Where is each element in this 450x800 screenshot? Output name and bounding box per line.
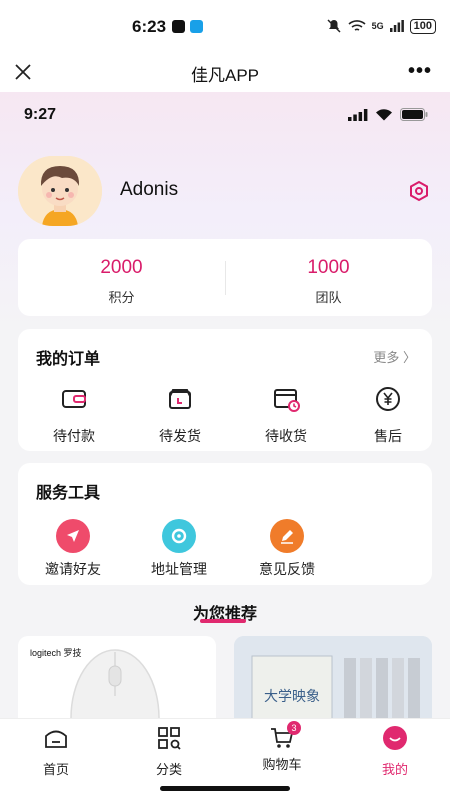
inner-time: 9:27 — [24, 106, 57, 123]
tab-profile[interactable]: 我的 — [355, 725, 435, 778]
signal-icon — [348, 108, 368, 121]
stat-label: 团队 — [315, 290, 342, 305]
mouse-image — [70, 649, 160, 726]
tab-label: 分类 — [155, 762, 182, 777]
order-pending-payment[interactable]: 待付款 — [34, 385, 114, 446]
wifi-icon — [348, 20, 366, 31]
order-label: 待发货 — [159, 428, 201, 444]
cart-icon-wrap: 3 — [269, 721, 301, 751]
tab-home[interactable]: 首页 — [16, 725, 96, 778]
page-title: 佳凡APP — [190, 66, 260, 85]
order-pending-shipment[interactable]: 待发货 — [140, 385, 220, 446]
recommend-underline — [200, 619, 246, 623]
feedback-button[interactable]: 意见反馈 — [251, 519, 323, 579]
wifi-icon — [376, 109, 392, 121]
avatar[interactable] — [18, 156, 102, 226]
tab-category[interactable]: 分类 — [129, 725, 209, 778]
stats-card: 2000 积分 1000 团队 — [18, 239, 432, 316]
home-icon — [45, 730, 67, 748]
tab-label: 首页 — [42, 762, 69, 777]
services-title: 服务工具 — [36, 485, 101, 502]
tiktok-icon — [172, 20, 185, 33]
yen-icon — [376, 387, 400, 411]
tab-label: 购物车 — [262, 757, 302, 772]
orders-more-link[interactable]: 更多 〉 — [373, 347, 416, 366]
nav-bar: 佳凡APP ••• — [0, 52, 450, 92]
book-set-image — [234, 636, 432, 726]
mute-icon — [327, 19, 341, 33]
stat-value: 1000 — [307, 257, 350, 278]
services-card: 服务工具 邀请好友 地址管理 意见反馈 — [18, 463, 432, 585]
orders-title: 我的订单 — [36, 351, 101, 368]
orders-card: 我的订单 更多 〉 待付款 待发货 待收货 售后 — [18, 329, 432, 451]
profile-icon — [383, 726, 407, 750]
order-label: 待付款 — [53, 428, 95, 444]
avatar-illustration — [18, 156, 102, 226]
chat-icon — [190, 20, 203, 33]
service-label: 邀请好友 — [45, 561, 101, 577]
tab-label: 我的 — [381, 762, 408, 777]
username: Adonis — [120, 179, 179, 200]
box-icon — [169, 389, 191, 409]
stat-team[interactable]: 1000 团队 — [225, 257, 432, 306]
order-label: 待收货 — [265, 428, 307, 444]
settings-icon[interactable] — [408, 180, 430, 202]
product-card[interactable]: logitech 罗技 — [18, 636, 216, 726]
send-icon — [56, 519, 90, 553]
battery-icon — [400, 108, 428, 121]
battery-level: 100 — [409, 18, 436, 34]
stat-label: 积分 — [108, 290, 135, 305]
service-label: 地址管理 — [151, 561, 207, 577]
profile-header: Adonis — [18, 156, 432, 226]
address-management-button[interactable]: 地址管理 — [143, 519, 215, 579]
order-after-sales[interactable]: 售后 — [348, 385, 428, 446]
stat-points[interactable]: 2000 积分 — [18, 257, 225, 306]
system-status-bar: 6:23 5G 100 — [0, 0, 450, 52]
cart-badge: 3 — [287, 721, 301, 735]
inner-indicators — [348, 108, 428, 121]
category-icon — [158, 727, 181, 750]
product-brand: 大学映象 — [264, 689, 320, 705]
order-pending-receipt[interactable]: 待收货 — [246, 385, 326, 446]
order-label: 售后 — [374, 428, 402, 444]
service-label: 意见反馈 — [259, 561, 315, 577]
stat-value: 2000 — [100, 257, 143, 278]
network-type: 5G — [371, 21, 384, 31]
more-menu-button[interactable]: ••• — [408, 60, 432, 83]
home-indicator — [160, 786, 290, 791]
delivery-icon — [274, 389, 300, 412]
invite-friends-button[interactable]: 邀请好友 — [38, 519, 108, 579]
signal-icon — [389, 20, 404, 32]
tab-cart[interactable]: 3 购物车 — [242, 721, 322, 773]
location-icon — [162, 519, 196, 553]
inner-status-bar: 9:27 — [0, 92, 450, 136]
wallet-icon — [62, 390, 86, 408]
system-indicators: 5G 100 — [326, 18, 436, 34]
product-card[interactable]: 大学映象 — [234, 636, 432, 726]
system-time: 6:23 — [132, 17, 167, 36]
pencil-icon — [270, 519, 304, 553]
profile-page: 9:27 Adonis 2000 积分 1000 团队 我的订单 更多 〉 待付… — [0, 92, 450, 800]
